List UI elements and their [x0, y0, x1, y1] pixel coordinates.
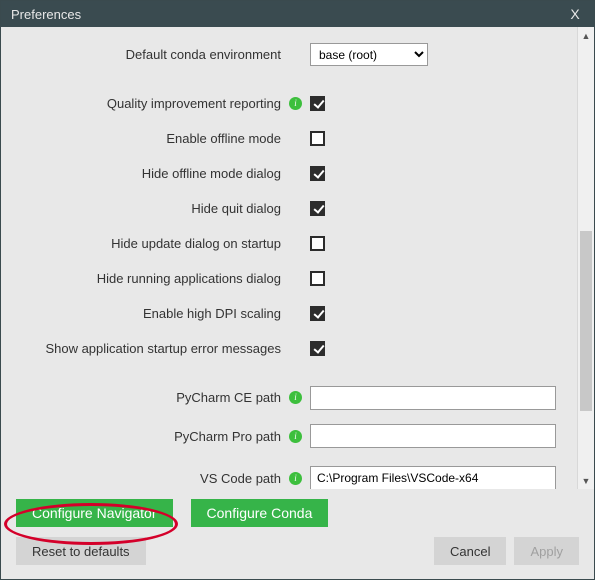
row-hide-offline-dialog: Hide offline mode dialog: [7, 156, 571, 191]
input-pycharm-ce[interactable]: [310, 386, 556, 410]
row-hide-update-dialog: Hide update dialog on startup: [7, 226, 571, 261]
close-icon[interactable]: X: [566, 6, 584, 22]
info-icon[interactable]: [289, 97, 302, 110]
row-hide-running-dialog: Hide running applications dialog: [7, 261, 571, 296]
row-high-dpi: Enable high DPI scaling: [7, 296, 571, 331]
row-quality-reporting: Quality improvement reporting: [7, 86, 571, 121]
input-pycharm-pro[interactable]: [310, 424, 556, 448]
row-default-env: Default conda environment base (root): [7, 37, 571, 72]
title-bar: Preferences X: [1, 1, 594, 27]
scroll-down-icon[interactable]: ▼: [578, 472, 594, 489]
row-startup-errors: Show application startup error messages: [7, 331, 571, 366]
scroll-up-icon[interactable]: ▲: [578, 27, 594, 44]
reset-defaults-button[interactable]: Reset to defaults: [16, 537, 146, 565]
info-icon[interactable]: [289, 472, 302, 485]
scroll-thumb[interactable]: [580, 231, 592, 411]
default-env-select[interactable]: base (root): [310, 43, 428, 66]
label-default-env: Default conda environment: [7, 47, 289, 62]
label-hide-update-dialog: Hide update dialog on startup: [7, 236, 289, 251]
cancel-button[interactable]: Cancel: [434, 537, 506, 565]
checkbox-startup-errors[interactable]: [310, 341, 325, 356]
label-hide-running-dialog: Hide running applications dialog: [7, 271, 289, 286]
label-pycharm-pro: PyCharm Pro path: [7, 429, 289, 444]
window-title: Preferences: [11, 7, 566, 22]
info-icon[interactable]: [289, 391, 302, 404]
row-vscode: VS Code path: [7, 457, 571, 489]
label-offline-mode: Enable offline mode: [7, 131, 289, 146]
checkbox-hide-running-dialog[interactable]: [310, 271, 325, 286]
row-offline-mode: Enable offline mode: [7, 121, 571, 156]
row-pycharm-ce: PyCharm CE path: [7, 380, 571, 415]
vertical-scrollbar[interactable]: ▲ ▼: [577, 27, 594, 489]
content-area: Default conda environment base (root) Qu…: [1, 27, 594, 489]
label-quality-reporting: Quality improvement reporting: [7, 96, 289, 111]
row-hide-quit-dialog: Hide quit dialog: [7, 191, 571, 226]
input-vscode[interactable]: [310, 466, 556, 489]
label-hide-offline-dialog: Hide offline mode dialog: [7, 166, 289, 181]
form-panel: Default conda environment base (root) Qu…: [1, 27, 577, 489]
configure-navigator-button[interactable]: Configure Navigator: [16, 499, 173, 527]
footer: Configure Navigator Configure Conda Rese…: [1, 489, 594, 579]
info-icon[interactable]: [289, 430, 302, 443]
label-hide-quit-dialog: Hide quit dialog: [7, 201, 289, 216]
checkbox-hide-offline-dialog[interactable]: [310, 166, 325, 181]
label-high-dpi: Enable high DPI scaling: [7, 306, 289, 321]
checkbox-quality-reporting[interactable]: [310, 96, 325, 111]
label-vscode: VS Code path: [7, 471, 289, 486]
label-pycharm-ce: PyCharm CE path: [7, 390, 289, 405]
label-startup-errors: Show application startup error messages: [7, 341, 289, 356]
checkbox-offline-mode[interactable]: [310, 131, 325, 146]
row-pycharm-pro: PyCharm Pro path: [7, 415, 571, 457]
checkbox-high-dpi[interactable]: [310, 306, 325, 321]
apply-button[interactable]: Apply: [514, 537, 579, 565]
preferences-window: Preferences X Default conda environment …: [0, 0, 595, 580]
checkbox-hide-update-dialog[interactable]: [310, 236, 325, 251]
checkbox-hide-quit-dialog[interactable]: [310, 201, 325, 216]
configure-conda-button[interactable]: Configure Conda: [191, 499, 329, 527]
